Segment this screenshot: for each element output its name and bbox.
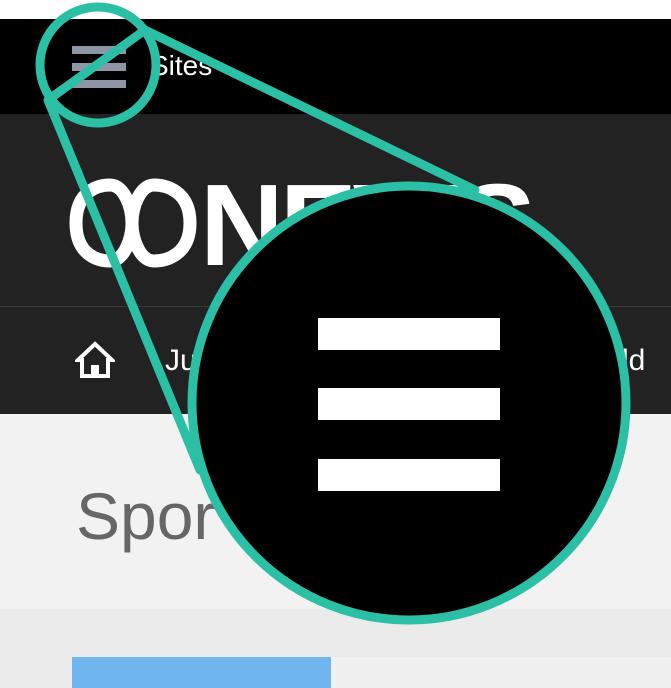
nav-item-just-in[interactable]: Ju	[165, 342, 197, 380]
hamburger-menu-icon[interactable]	[72, 46, 126, 88]
page: Sites NEWS Ju rld Spor	[0, 0, 671, 688]
sites-link[interactable]: Sites	[150, 48, 212, 84]
home-icon[interactable]	[75, 340, 115, 380]
tab-active[interactable]	[72, 657, 331, 688]
news-wordmark[interactable]: NEWS	[200, 160, 536, 290]
tab-inactive[interactable]	[331, 657, 671, 688]
page-title: Spor	[76, 479, 216, 553]
abc-logo[interactable]	[68, 177, 198, 269]
nav-item-world[interactable]: rld	[612, 342, 645, 380]
